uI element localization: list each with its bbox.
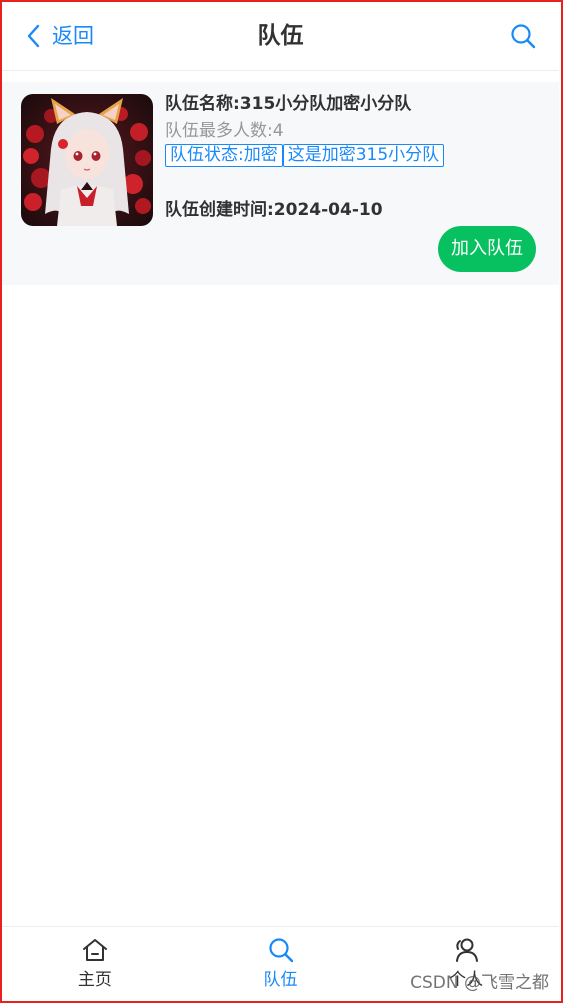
team-max-members: 队伍最多人数:4 bbox=[165, 121, 284, 141]
tab-team[interactable]: 队伍 bbox=[188, 927, 374, 1001]
team-created-time: 队伍创建时间:2024-04-10 bbox=[165, 200, 383, 220]
team-card[interactable]: 队伍名称:315小分队加密小分队 队伍最多人数:4 队伍状态:加密 这是加密31… bbox=[2, 82, 559, 285]
tab-profile[interactable]: 个人 bbox=[373, 927, 559, 1001]
tab-home-label: 主页 bbox=[77, 970, 112, 990]
page-title: 队伍 bbox=[257, 23, 304, 49]
tab-team-label: 队伍 bbox=[263, 970, 298, 990]
home-icon bbox=[82, 939, 107, 961]
anime-girl-avatar-icon bbox=[21, 94, 153, 226]
search-icon bbox=[268, 938, 293, 963]
user-icon bbox=[456, 938, 479, 962]
tab-bar: 主页 队伍 个人 bbox=[2, 926, 559, 1001]
team-info: 队伍名称:315小分队加密小分队 队伍最多人数:4 队伍状态:加密 这是加密31… bbox=[165, 92, 545, 167]
team-tags: 队伍状态:加密 这是加密315小分队 bbox=[165, 144, 545, 167]
team-name: 队伍名称:315小分队加密小分队 bbox=[165, 94, 412, 114]
join-team-button[interactable]: 加入队伍 bbox=[438, 226, 536, 272]
tab-home[interactable]: 主页 bbox=[2, 927, 188, 1001]
nav-bar: 返回 队伍 bbox=[2, 2, 559, 71]
description-tag: 这是加密315小分队 bbox=[282, 144, 445, 167]
search-icon bbox=[511, 24, 536, 49]
status-tag: 队伍状态:加密 bbox=[165, 144, 283, 167]
tab-profile-label: 个人 bbox=[449, 970, 484, 990]
team-avatar bbox=[21, 94, 153, 226]
search-button[interactable] bbox=[509, 22, 537, 50]
